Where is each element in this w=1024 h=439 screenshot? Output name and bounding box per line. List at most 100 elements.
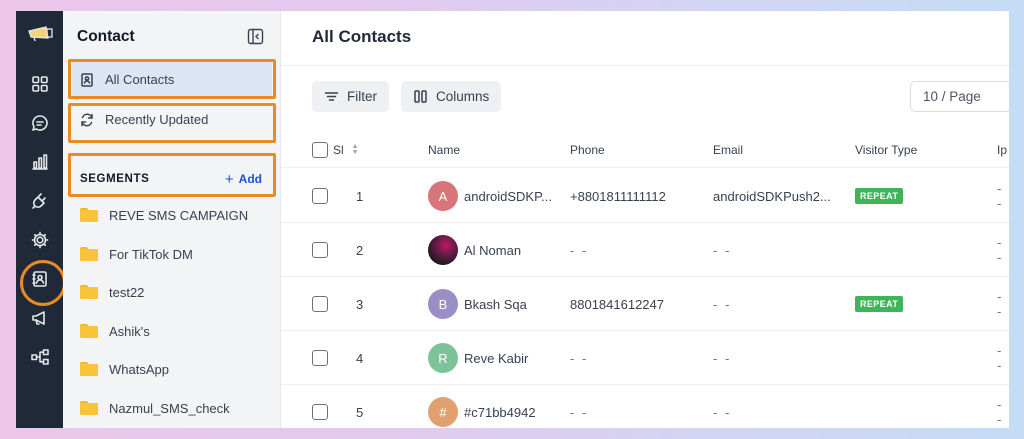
nav-recently-updated-label: Recently Updated: [105, 112, 209, 127]
contact-card-icon: [81, 72, 93, 87]
row-phone: +8801811111112: [570, 188, 666, 204]
folder-icon: [80, 324, 98, 338]
dashboard-grid-icon[interactable]: [16, 64, 63, 103]
app-window: Contact All Contacts Recently Updated SE…: [16, 11, 1009, 428]
nav-all-contacts[interactable]: All Contacts: [72, 62, 272, 97]
panel-title: Contact: [77, 28, 135, 45]
column-visitor-type: Visitor Type: [855, 142, 918, 157]
segment-folder[interactable]: Nazmul_SMS_check: [80, 396, 230, 420]
page-title: All Contacts: [312, 27, 412, 46]
segment-folder-label: REVE SMS CAMPAIGN: [109, 207, 249, 223]
megaphone-icon[interactable]: [16, 298, 63, 337]
status-badge: REPEAT: [855, 188, 904, 204]
table-row[interactable]: 3 B Bkash Sqa 8801841612247 - - REPEAT - …: [281, 277, 1009, 331]
segment-folder[interactable]: REVE SMS CAMPAIGN: [80, 203, 248, 227]
bar-chart-icon[interactable]: [16, 142, 63, 181]
row-phone: 8801841612247: [570, 296, 664, 312]
row-phone: - -: [570, 404, 589, 420]
flow-diagram-icon[interactable]: [16, 337, 63, 376]
contact-card-icon[interactable]: [16, 259, 66, 306]
folder-icon: [80, 401, 98, 415]
segment-folder-label: Nazmul_SMS_check: [109, 400, 230, 416]
row-name[interactable]: B Bkash Sqa: [428, 277, 527, 331]
contact-name: #c71bb4942: [464, 404, 536, 420]
avatar: A: [428, 181, 458, 211]
page-size-select[interactable]: 10 / Page: [910, 81, 1009, 112]
megaphone-logo-icon[interactable]: [26, 25, 54, 43]
segments-title: SEGMENTS: [80, 173, 150, 185]
filter-label: Filter: [347, 89, 377, 104]
row-visitor-type: REPEAT: [855, 169, 904, 223]
row-phone: - -: [570, 350, 589, 366]
avatar: [428, 235, 458, 265]
row-name[interactable]: R Reve Kabir: [428, 331, 528, 385]
row-sl: 4: [356, 350, 364, 366]
nav-recently-updated[interactable]: Recently Updated: [72, 102, 272, 137]
contact-panel: Contact All Contacts Recently Updated SE…: [63, 11, 281, 428]
row-checkbox[interactable]: [312, 331, 328, 385]
table-row[interactable]: 4 R Reve Kabir - - - - - -: [281, 331, 1009, 385]
row-checkbox[interactable]: [312, 169, 328, 223]
segment-folder-label: test22: [109, 284, 145, 300]
refresh-icon: [81, 113, 93, 126]
columns-label: Columns: [436, 89, 490, 104]
column-sl[interactable]: Sl ▲ ▼: [333, 131, 359, 168]
sort-icon: ▲ ▼: [351, 142, 359, 156]
row-ip: - -: [997, 289, 1004, 319]
columns-button[interactable]: Columns: [401, 81, 502, 112]
icon-rail: [16, 11, 66, 428]
contact-name: Bkash Sqa: [464, 296, 527, 312]
segment-folder[interactable]: WhatsApp: [80, 357, 169, 381]
row-sl: 3: [356, 296, 364, 312]
table-row[interactable]: 1 AandroidSDKP... +8801811111112 android…: [281, 169, 1009, 223]
columns-icon: [414, 90, 427, 103]
row-email: - -: [713, 404, 732, 420]
column-phone: Phone: [570, 142, 605, 157]
collapse-panel-icon[interactable]: [247, 28, 264, 45]
row-sl: 5: [356, 404, 364, 420]
row-ip: - -: [997, 235, 1004, 265]
row-checkbox[interactable]: [312, 223, 328, 277]
column-name: Name: [428, 142, 461, 157]
plus-icon: +: [224, 170, 234, 188]
plug-icon[interactable]: [16, 181, 63, 220]
row-phone: - -: [570, 242, 589, 258]
filter-button[interactable]: Filter: [312, 81, 389, 112]
segment-folder[interactable]: test22: [80, 280, 144, 304]
row-visitor-type: REPEAT: [855, 277, 904, 331]
select-all-checkbox[interactable]: [312, 131, 328, 168]
add-segment-button[interactable]: + Add: [225, 171, 262, 188]
folder-icon: [80, 362, 98, 376]
contact-name: Al Noman: [464, 242, 522, 258]
table-row[interactable]: 2 Al Noman - - - - - -: [281, 223, 1009, 277]
row-checkbox[interactable]: [312, 277, 328, 331]
avatar: B: [428, 289, 458, 319]
divider: [281, 65, 1009, 66]
main-content: All Contacts Filter Columns 10 / Page Sl…: [281, 11, 1009, 428]
segment-folder[interactable]: For TikTok DM: [80, 242, 193, 266]
row-sl: 1: [356, 188, 364, 204]
table-row[interactable]: 5 # #c71bb4942 - - - - - -: [281, 385, 1009, 428]
chat-bubble-icon[interactable]: [16, 103, 63, 142]
folder-icon: [80, 285, 98, 299]
row-name[interactable]: AandroidSDKP...: [428, 169, 552, 223]
row-name[interactable]: # #c71bb4942: [428, 385, 536, 428]
segment-folder-label: For TikTok DM: [109, 246, 193, 262]
segment-folder-label: Ashik's: [109, 323, 150, 339]
contact-name: Reve Kabir: [464, 350, 529, 366]
contact-name: androidSDKP...: [464, 188, 552, 204]
gear-icon[interactable]: [16, 220, 63, 259]
row-checkbox[interactable]: [312, 385, 328, 428]
row-name[interactable]: Al Noman: [428, 223, 521, 277]
folder-icon: [80, 208, 98, 222]
row-ip: - -: [997, 181, 1004, 211]
filter-icon: [324, 92, 339, 101]
status-badge: REPEAT: [855, 296, 904, 312]
table-header: Sl ▲ ▼ Name Phone Email Visitor Type Ip: [281, 131, 1009, 168]
segments-header: SEGMENTS + Add: [72, 162, 272, 196]
segment-folder[interactable]: Ashik's: [80, 319, 150, 343]
folder-icon: [80, 247, 98, 261]
column-sl-label: Sl: [333, 142, 344, 157]
row-email: androidSDKPush2...: [713, 188, 831, 204]
add-segment-label: Add: [238, 172, 262, 186]
